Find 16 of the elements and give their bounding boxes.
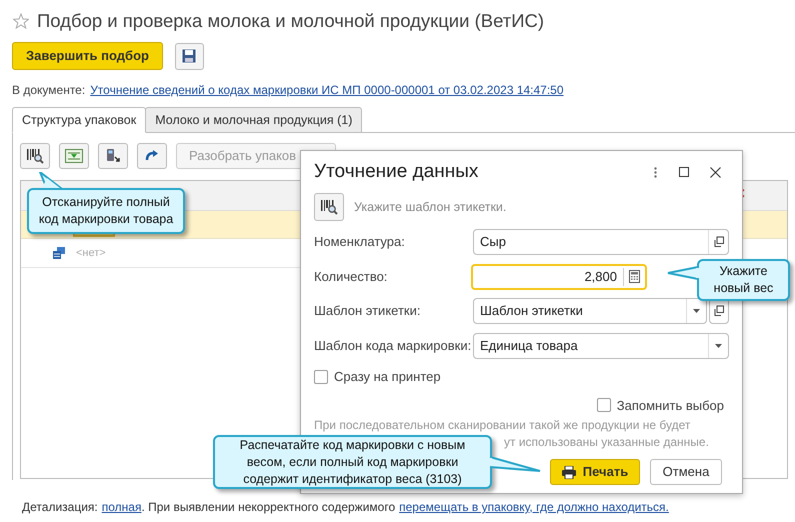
field-label: Шаблон кода маркировки: (314, 336, 472, 355)
hint-text: При последовательном сканировании такой же продукции не будет (314, 418, 692, 433)
table-cell-text: <нет> (76, 246, 106, 261)
window-title: Подбор и проверка молока и молочной продукции (ВетИС) (37, 9, 544, 34)
field-label: Номенклатура: (314, 233, 406, 252)
footer-text: . При выявлении некорректного содержимого (141, 499, 396, 516)
detail-label: Детализация: (22, 499, 98, 516)
field-label: Количество: (314, 268, 388, 286)
callout: Распечатайте код маркировки с новым весом, если полный код маркировки содержит идентификатор веса (3103) (213, 435, 492, 489)
callout: Укажите новый вес (697, 259, 790, 301)
hint-text: ут использованы указанные данные. (504, 435, 710, 450)
field-label: Шаблон этикетки: (314, 302, 422, 320)
document-label: В документе: (12, 82, 86, 99)
checkbox-label: Запомнить выбор (616, 396, 724, 415)
scan-hint: Укажите шаблон этикетки. (354, 198, 506, 216)
checkbox-label: Сразу на принтер (334, 368, 441, 386)
